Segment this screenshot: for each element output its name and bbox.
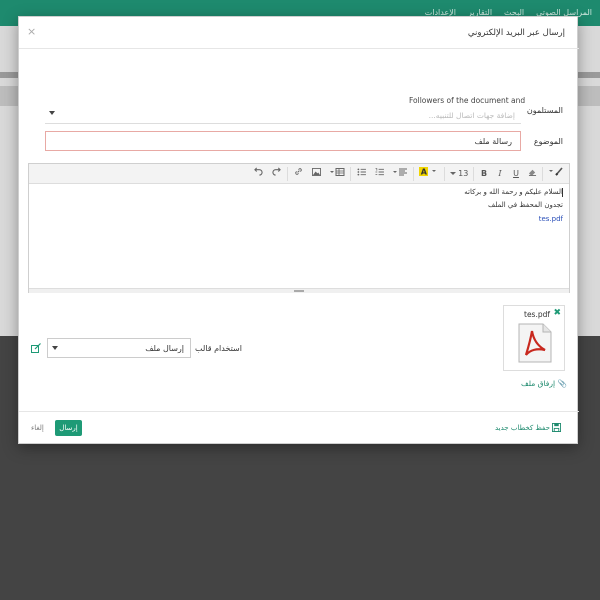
remove-attachment-icon[interactable]: ✖ bbox=[553, 308, 561, 318]
image-icon[interactable] bbox=[309, 167, 323, 181]
attachment-card: tes.pdf ✖ bbox=[503, 305, 565, 371]
save-draft-button[interactable]: حفظ كخطاب جديد bbox=[495, 424, 550, 432]
link-icon[interactable] bbox=[291, 167, 305, 181]
bold-icon[interactable]: B bbox=[477, 167, 491, 181]
modal-header: إرسال عبر البريد الإلكتروني × bbox=[19, 17, 579, 49]
toolbar-separator bbox=[444, 167, 445, 181]
editor-attachment-link[interactable]: tes.pdf bbox=[539, 215, 563, 223]
template-select[interactable]: إرسال ملف bbox=[47, 338, 191, 358]
editor-resize-handle[interactable] bbox=[29, 288, 569, 293]
chevron-down-icon bbox=[52, 346, 58, 350]
svg-text:A: A bbox=[421, 168, 428, 177]
followers-text: Followers of the document and bbox=[409, 96, 526, 105]
editor-content[interactable]: السلام عليكم و رحمة الله و بركاته تجدون … bbox=[29, 184, 569, 288]
modal-title: إرسال عبر البريد الإلكتروني bbox=[467, 28, 565, 38]
style-icon[interactable] bbox=[546, 167, 566, 181]
text-caret bbox=[562, 188, 563, 197]
ordered-list-icon[interactable] bbox=[372, 167, 386, 181]
attach-file-link[interactable]: 📎 إرفاق ملف bbox=[521, 379, 567, 388]
template-value: إرسال ملف bbox=[145, 344, 184, 353]
editor-toolbar: A 13 B I U bbox=[29, 164, 569, 184]
pdf-file-icon bbox=[518, 323, 552, 363]
font-size-dropdown[interactable]: 13 bbox=[448, 167, 470, 181]
recipients-input[interactable]: إضافة جهات اتصال للتنبيه... bbox=[45, 106, 521, 124]
editor-line: السلام عليكم و رحمة الله و بركاته bbox=[464, 188, 563, 196]
subject-label: الموضوع bbox=[533, 137, 563, 146]
attachment-filename: tes.pdf bbox=[524, 310, 551, 319]
rich-text-editor: A 13 B I U السلام عليكم و رحمة الله و بر… bbox=[28, 163, 570, 293]
edit-template-icon[interactable] bbox=[31, 343, 41, 353]
toolbar-separator bbox=[542, 167, 543, 181]
paperclip-icon: 📎 bbox=[557, 379, 567, 388]
underline-icon[interactable]: U bbox=[509, 167, 523, 181]
save-icon bbox=[552, 423, 561, 432]
toolbar-separator bbox=[287, 167, 288, 181]
italic-icon[interactable]: I bbox=[493, 167, 507, 181]
redo-icon[interactable] bbox=[269, 167, 283, 181]
subject-value: رسالة ملف bbox=[474, 137, 513, 146]
font-size-value: 13 bbox=[458, 169, 469, 178]
toolbar-separator bbox=[413, 167, 414, 181]
undo-icon[interactable] bbox=[251, 167, 265, 181]
email-modal: إرسال عبر البريد الإلكتروني × Followers … bbox=[18, 16, 579, 444]
resize-grip bbox=[294, 290, 304, 292]
recipients-label: المستلمون bbox=[526, 106, 563, 115]
send-button[interactable]: إرسال bbox=[55, 420, 82, 436]
modal-footer-divider bbox=[19, 411, 579, 412]
unordered-list-icon[interactable] bbox=[354, 167, 368, 181]
recipients-placeholder: إضافة جهات اتصال للتنبيه... bbox=[428, 111, 515, 120]
cancel-button[interactable]: إلغاء bbox=[31, 424, 44, 432]
table-icon[interactable] bbox=[327, 167, 347, 181]
eraser-icon[interactable] bbox=[525, 167, 539, 181]
subject-input[interactable]: رسالة ملف bbox=[45, 131, 521, 151]
chevron-down-icon[interactable] bbox=[49, 111, 55, 115]
editor-line: تجدون المحفظ في الملف bbox=[487, 201, 563, 209]
font-color-icon[interactable]: A bbox=[417, 167, 441, 181]
toolbar-separator bbox=[473, 167, 474, 181]
close-icon[interactable]: × bbox=[27, 25, 36, 38]
attach-file-label: إرفاق ملف bbox=[521, 379, 556, 388]
toolbar-separator bbox=[350, 167, 351, 181]
paragraph-icon[interactable] bbox=[390, 167, 410, 181]
template-label: استخدام قالب bbox=[195, 344, 242, 353]
